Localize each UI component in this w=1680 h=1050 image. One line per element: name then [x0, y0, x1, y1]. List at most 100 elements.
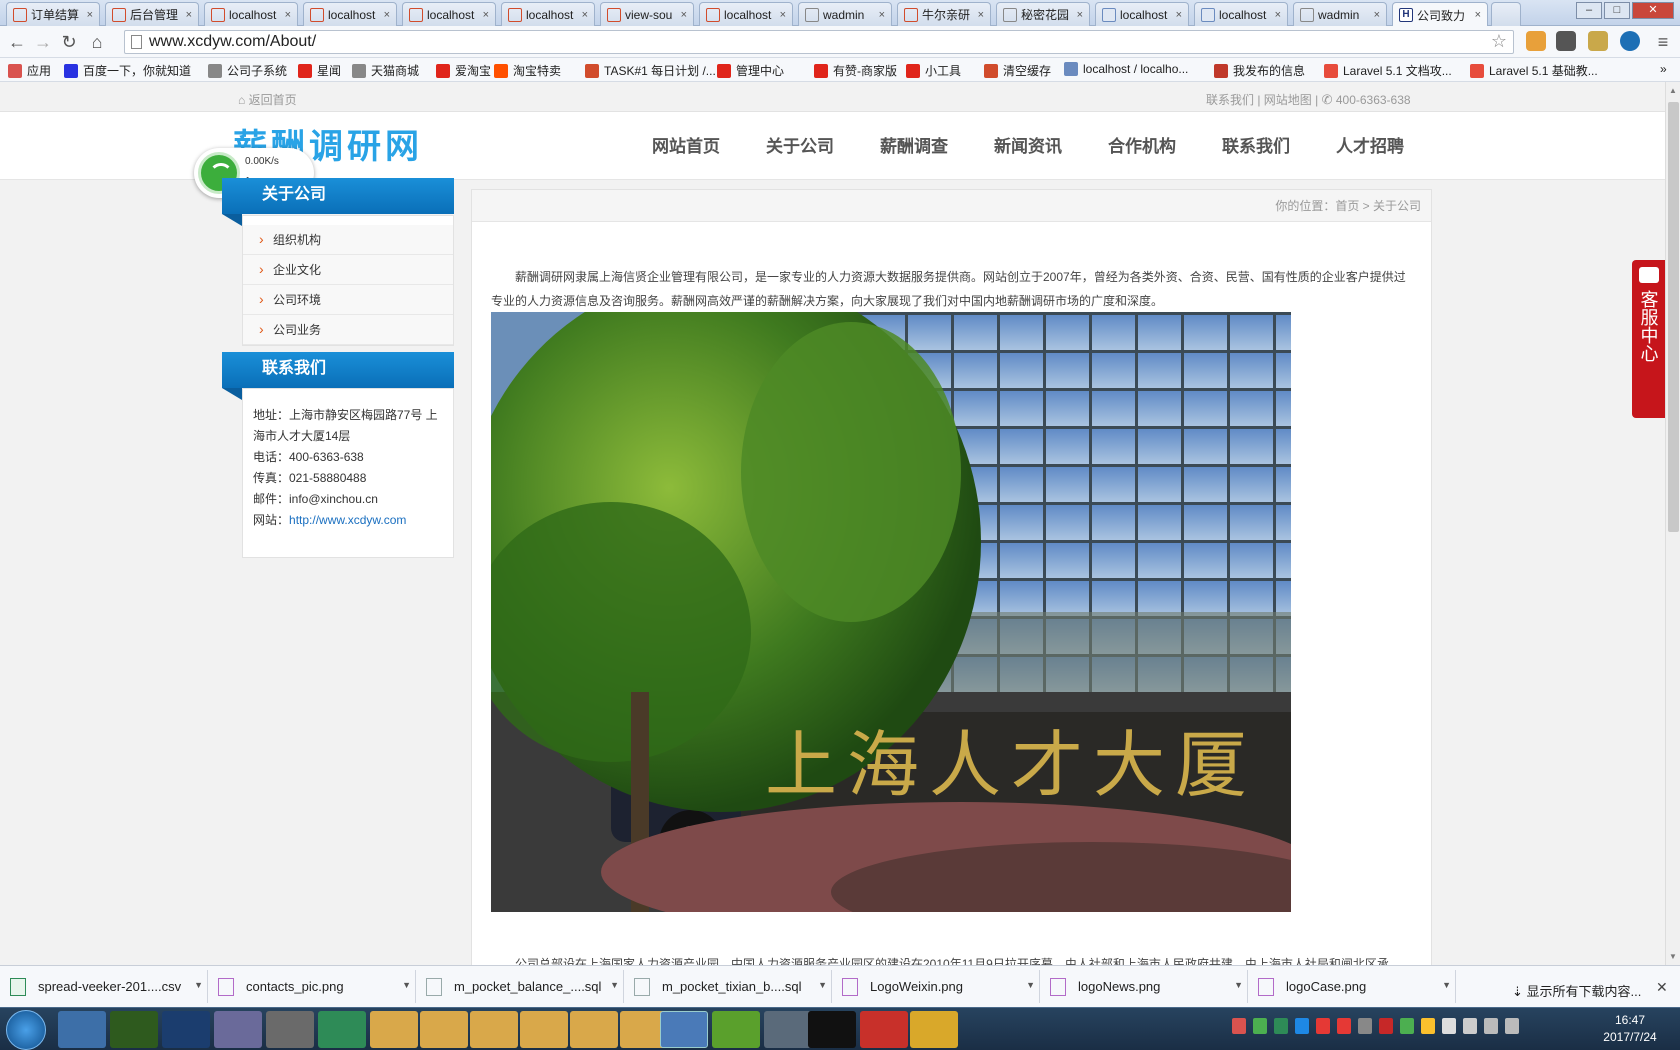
- close-tab-icon[interactable]: ×: [1475, 9, 1481, 21]
- close-tab-icon[interactable]: ×: [780, 9, 786, 21]
- bookmark-item[interactable]: 清空缓存: [984, 62, 1051, 79]
- maximize-button[interactable]: □: [1604, 2, 1630, 19]
- vim-icon[interactable]: [318, 1011, 366, 1048]
- bookmark-star-icon[interactable]: ☆: [1491, 30, 1507, 52]
- bookmark-item[interactable]: 淘宝特卖: [494, 62, 561, 79]
- nav-item[interactable]: 合作机构: [1108, 132, 1176, 157]
- scroll-down-icon[interactable]: ▼: [1669, 952, 1677, 961]
- volume-icon[interactable]: [1505, 1018, 1519, 1034]
- close-tab-icon[interactable]: ×: [384, 9, 390, 21]
- php-icon[interactable]: [214, 1011, 262, 1048]
- scroll-up-icon[interactable]: ▲: [1669, 86, 1677, 95]
- desktop-app-icon[interactable]: [58, 1011, 106, 1048]
- wifi-tray-icon[interactable]: [1253, 1018, 1267, 1034]
- browser-tab[interactable]: 牛尔亲研 ×: [897, 2, 991, 26]
- tray-icon[interactable]: [1337, 1018, 1351, 1034]
- browser-tab[interactable]: wadmin ×: [1293, 2, 1387, 26]
- download-item[interactable]: logoNews.png ▼: [1040, 970, 1248, 1003]
- dreamweaver-icon[interactable]: [110, 1011, 158, 1048]
- download-menu-icon[interactable]: ▼: [1026, 980, 1035, 990]
- close-tab-icon[interactable]: ×: [681, 9, 687, 21]
- nav-item[interactable]: 薪酬调查: [880, 132, 948, 157]
- bookmark-item[interactable]: 应用: [8, 62, 51, 79]
- chrome-icon[interactable]: [660, 1011, 708, 1048]
- download-item[interactable]: m_pocket_balance_....sql ▼: [416, 970, 624, 1003]
- address-bar[interactable]: www.xcdyw.com/About/ ☆: [124, 30, 1514, 54]
- tool-icon[interactable]: [266, 1011, 314, 1048]
- network-tray-icon[interactable]: [1484, 1018, 1498, 1034]
- download-item[interactable]: LogoWeixin.png ▼: [832, 970, 1040, 1003]
- sidebar-about-item[interactable]: 企业文化: [243, 254, 453, 285]
- forward-arrow-icon[interactable]: →: [32, 32, 54, 53]
- contact-sitemap-links[interactable]: 联系我们 | 网站地图 |: [1206, 93, 1318, 107]
- contact-web-link[interactable]: http://www.xcdyw.com: [289, 513, 406, 527]
- browser-tab[interactable]: 后台管理 ×: [105, 2, 199, 26]
- nav-item[interactable]: 关于公司: [766, 132, 834, 157]
- tray-icon[interactable]: [1463, 1018, 1477, 1034]
- browser-tab[interactable]: localhost ×: [1194, 2, 1288, 26]
- download-menu-icon[interactable]: ▼: [194, 980, 203, 990]
- browser-tab[interactable]: view-sou ×: [600, 2, 694, 26]
- start-button[interactable]: [6, 1010, 46, 1050]
- close-tab-icon[interactable]: ×: [582, 9, 588, 21]
- window-icon[interactable]: [764, 1011, 812, 1048]
- download-item[interactable]: m_pocket_tixian_b....sql ▼: [624, 970, 832, 1003]
- photoshop-icon[interactable]: [162, 1011, 210, 1048]
- download-item[interactable]: contacts_pic.png ▼: [208, 970, 416, 1003]
- extension-cookie-icon[interactable]: [1526, 31, 1546, 51]
- back-arrow-icon[interactable]: ←: [6, 32, 28, 53]
- reload-icon[interactable]: ↻: [58, 32, 80, 53]
- close-tab-icon[interactable]: ×: [1374, 9, 1380, 21]
- bookmark-item[interactable]: 我发布的信息: [1214, 62, 1305, 79]
- browser-tab[interactable]: wadmin ×: [798, 2, 892, 26]
- bookmark-item[interactable]: 天猫商城: [352, 62, 419, 79]
- bookmark-item[interactable]: 爱淘宝: [436, 62, 491, 79]
- browser-tab[interactable]: H 公司致力 ×: [1392, 2, 1488, 27]
- app-red-icon[interactable]: [860, 1011, 908, 1048]
- close-tab-icon[interactable]: ×: [483, 9, 489, 21]
- close-tab-icon[interactable]: ×: [1077, 9, 1083, 21]
- browser-tab[interactable]: 订单结算 ×: [6, 2, 100, 26]
- close-tab-icon[interactable]: ×: [285, 9, 291, 21]
- tray-icon[interactable]: [1358, 1018, 1372, 1034]
- folder-icon[interactable]: [370, 1011, 418, 1048]
- download-menu-icon[interactable]: ▼: [610, 980, 619, 990]
- close-tab-icon[interactable]: ×: [879, 9, 885, 21]
- bookmark-item[interactable]: Laravel 5.1 基础教...: [1470, 62, 1598, 79]
- page-scrollbar[interactable]: ▲ ▼: [1665, 82, 1680, 965]
- bookmark-item[interactable]: localhost / localho...: [1064, 62, 1188, 76]
- close-tab-icon[interactable]: ×: [186, 9, 192, 21]
- browser-tab[interactable]: localhost ×: [501, 2, 595, 26]
- nav-item[interactable]: 新闻资讯: [994, 132, 1062, 157]
- folder-icon[interactable]: [420, 1011, 468, 1048]
- tray-icon[interactable]: [1442, 1018, 1456, 1034]
- close-window-button[interactable]: ✕: [1632, 2, 1674, 19]
- download-item[interactable]: logoCase.png ▼: [1248, 970, 1456, 1003]
- home-icon[interactable]: ⌂: [86, 32, 108, 53]
- close-downloads-icon[interactable]: ✕: [1656, 979, 1668, 996]
- browser-tab[interactable]: localhost ×: [402, 2, 496, 26]
- bookmark-item[interactable]: 百度一下，你就知道: [64, 62, 191, 79]
- qr-code-icon[interactable]: [1556, 31, 1576, 51]
- bookmark-item[interactable]: 公司子系统: [208, 62, 287, 79]
- browser-tab[interactable]: localhost ×: [1095, 2, 1189, 26]
- browser-tab[interactable]: localhost ×: [303, 2, 397, 26]
- folder-icon[interactable]: [470, 1011, 518, 1048]
- menu-icon[interactable]: ≡: [1652, 32, 1674, 53]
- scrollbar-thumb[interactable]: [1668, 102, 1679, 532]
- browser-tab[interactable]: 秘密花园 ×: [996, 2, 1090, 26]
- browser-tab[interactable]: localhost ×: [204, 2, 298, 26]
- download-item[interactable]: spread-veeker-201....csv ▼: [0, 970, 208, 1003]
- sidebar-about-item[interactable]: 公司业务: [243, 314, 453, 345]
- bookmark-item[interactable]: 管理中心: [717, 62, 784, 79]
- nav-item[interactable]: 联系我们: [1222, 132, 1290, 157]
- new-tab-button[interactable]: [1491, 2, 1521, 26]
- sidebar-about-item[interactable]: 公司环境: [243, 284, 453, 315]
- close-tab-icon[interactable]: ×: [1176, 9, 1182, 21]
- app-icon[interactable]: [712, 1011, 760, 1048]
- browser-tab[interactable]: localhost ×: [699, 2, 793, 26]
- tray-icon[interactable]: [1316, 1018, 1330, 1034]
- nav-item[interactable]: 人才招聘: [1336, 132, 1404, 157]
- terminal-icon[interactable]: [808, 1011, 856, 1048]
- taskbar-clock[interactable]: 16:47 2017/7/24: [1590, 1012, 1670, 1046]
